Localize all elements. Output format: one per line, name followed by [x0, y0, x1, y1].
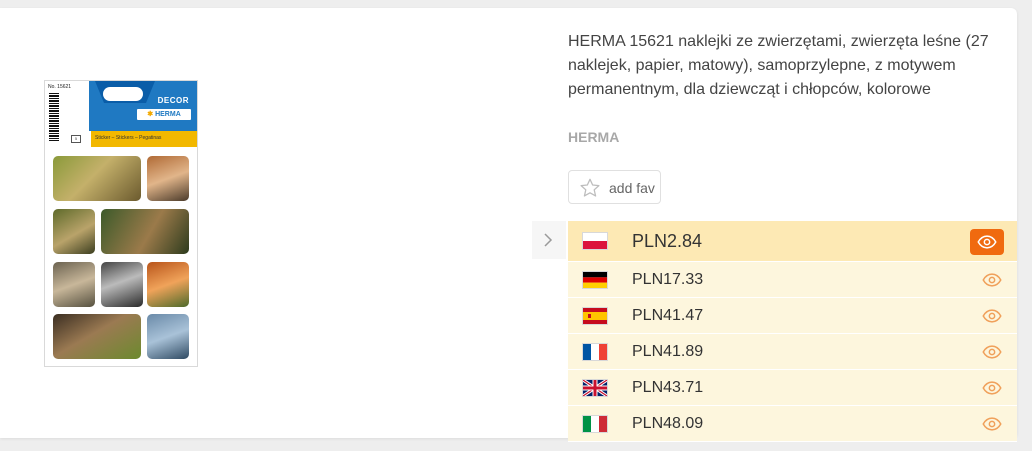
- offer-price: PLN41.89: [632, 343, 704, 360]
- product-brand[interactable]: HERMA: [568, 129, 619, 145]
- star-icon: [580, 178, 600, 197]
- package-header: DECOR ✱ HERMA Sticker – Stickers – Pegat…: [45, 81, 197, 149]
- add-fav-button[interactable]: add fav: [568, 170, 661, 204]
- add-fav-label: add fav: [609, 180, 655, 196]
- flag-france-icon: [583, 344, 607, 360]
- sticker-squirrel: [53, 156, 141, 201]
- offer-row-es[interactable]: PLN41.47: [568, 298, 1017, 334]
- flag-germany-icon: [583, 272, 607, 288]
- package-sku: No. 15621: [48, 84, 72, 90]
- view-offer-button[interactable]: [975, 341, 1009, 363]
- sticker-bird: [53, 209, 95, 254]
- sticker-squirrel-close: [147, 156, 189, 201]
- barcode: [49, 93, 59, 141]
- package-decor-label: DECOR: [157, 96, 189, 105]
- package-badge: 5: [71, 135, 81, 143]
- flag-uk-icon: [583, 380, 607, 396]
- offer-price: PLN2.84: [632, 231, 703, 251]
- product-title[interactable]: HERMA 15621 naklejki ze zwierzętami, zwi…: [568, 30, 998, 102]
- flag-italy-icon: [583, 416, 607, 432]
- package-subtitle: Sticker – Stickers – Pegatinas: [95, 135, 162, 141]
- eye-icon: [977, 235, 997, 249]
- offer-row-uk[interactable]: PLN43.71: [568, 370, 1017, 406]
- view-offer-button[interactable]: [975, 269, 1009, 291]
- view-offer-button[interactable]: [970, 229, 1004, 255]
- package-hanger-hole: [103, 87, 143, 101]
- sticker-hedgehog: [53, 314, 141, 359]
- offer-row-de[interactable]: PLN17.33: [568, 262, 1017, 298]
- sticker-lynx: [53, 262, 95, 307]
- offer-row-pl[interactable]: PLN2.84: [568, 221, 1017, 262]
- offer-row-fr[interactable]: PLN41.89: [568, 334, 1017, 370]
- eye-icon: [982, 381, 1002, 395]
- flag-spain-icon: [583, 308, 607, 324]
- expand-offers-button[interactable]: [532, 221, 566, 259]
- offer-row-it[interactable]: PLN48.09: [568, 406, 1017, 442]
- sticker-jay: [147, 314, 189, 359]
- flag-poland-icon: [583, 233, 607, 249]
- sticker-raccoon: [101, 262, 143, 307]
- sticker-fox: [147, 262, 189, 307]
- product-image[interactable]: DECOR ✱ HERMA Sticker – Stickers – Pegat…: [44, 80, 198, 367]
- herma-logo: ✱ HERMA: [137, 109, 191, 120]
- offers-list: PLN2.84 PLN17.33 PLN41.47 PLN41.89 PLN43…: [568, 221, 1017, 442]
- offer-price: PLN17.33: [632, 271, 704, 288]
- offer-price: PLN43.71: [632, 379, 704, 396]
- eye-icon: [982, 273, 1002, 287]
- eye-icon: [982, 345, 1002, 359]
- view-offer-button[interactable]: [975, 305, 1009, 327]
- eye-icon: [982, 309, 1002, 323]
- view-offer-button[interactable]: [975, 413, 1009, 435]
- eye-icon: [982, 417, 1002, 431]
- view-offer-button[interactable]: [975, 377, 1009, 399]
- sticker-deer: [101, 209, 189, 254]
- offer-price: PLN41.47: [632, 307, 704, 324]
- chevron-right-icon: [544, 233, 553, 247]
- offer-price: PLN48.09: [632, 415, 704, 432]
